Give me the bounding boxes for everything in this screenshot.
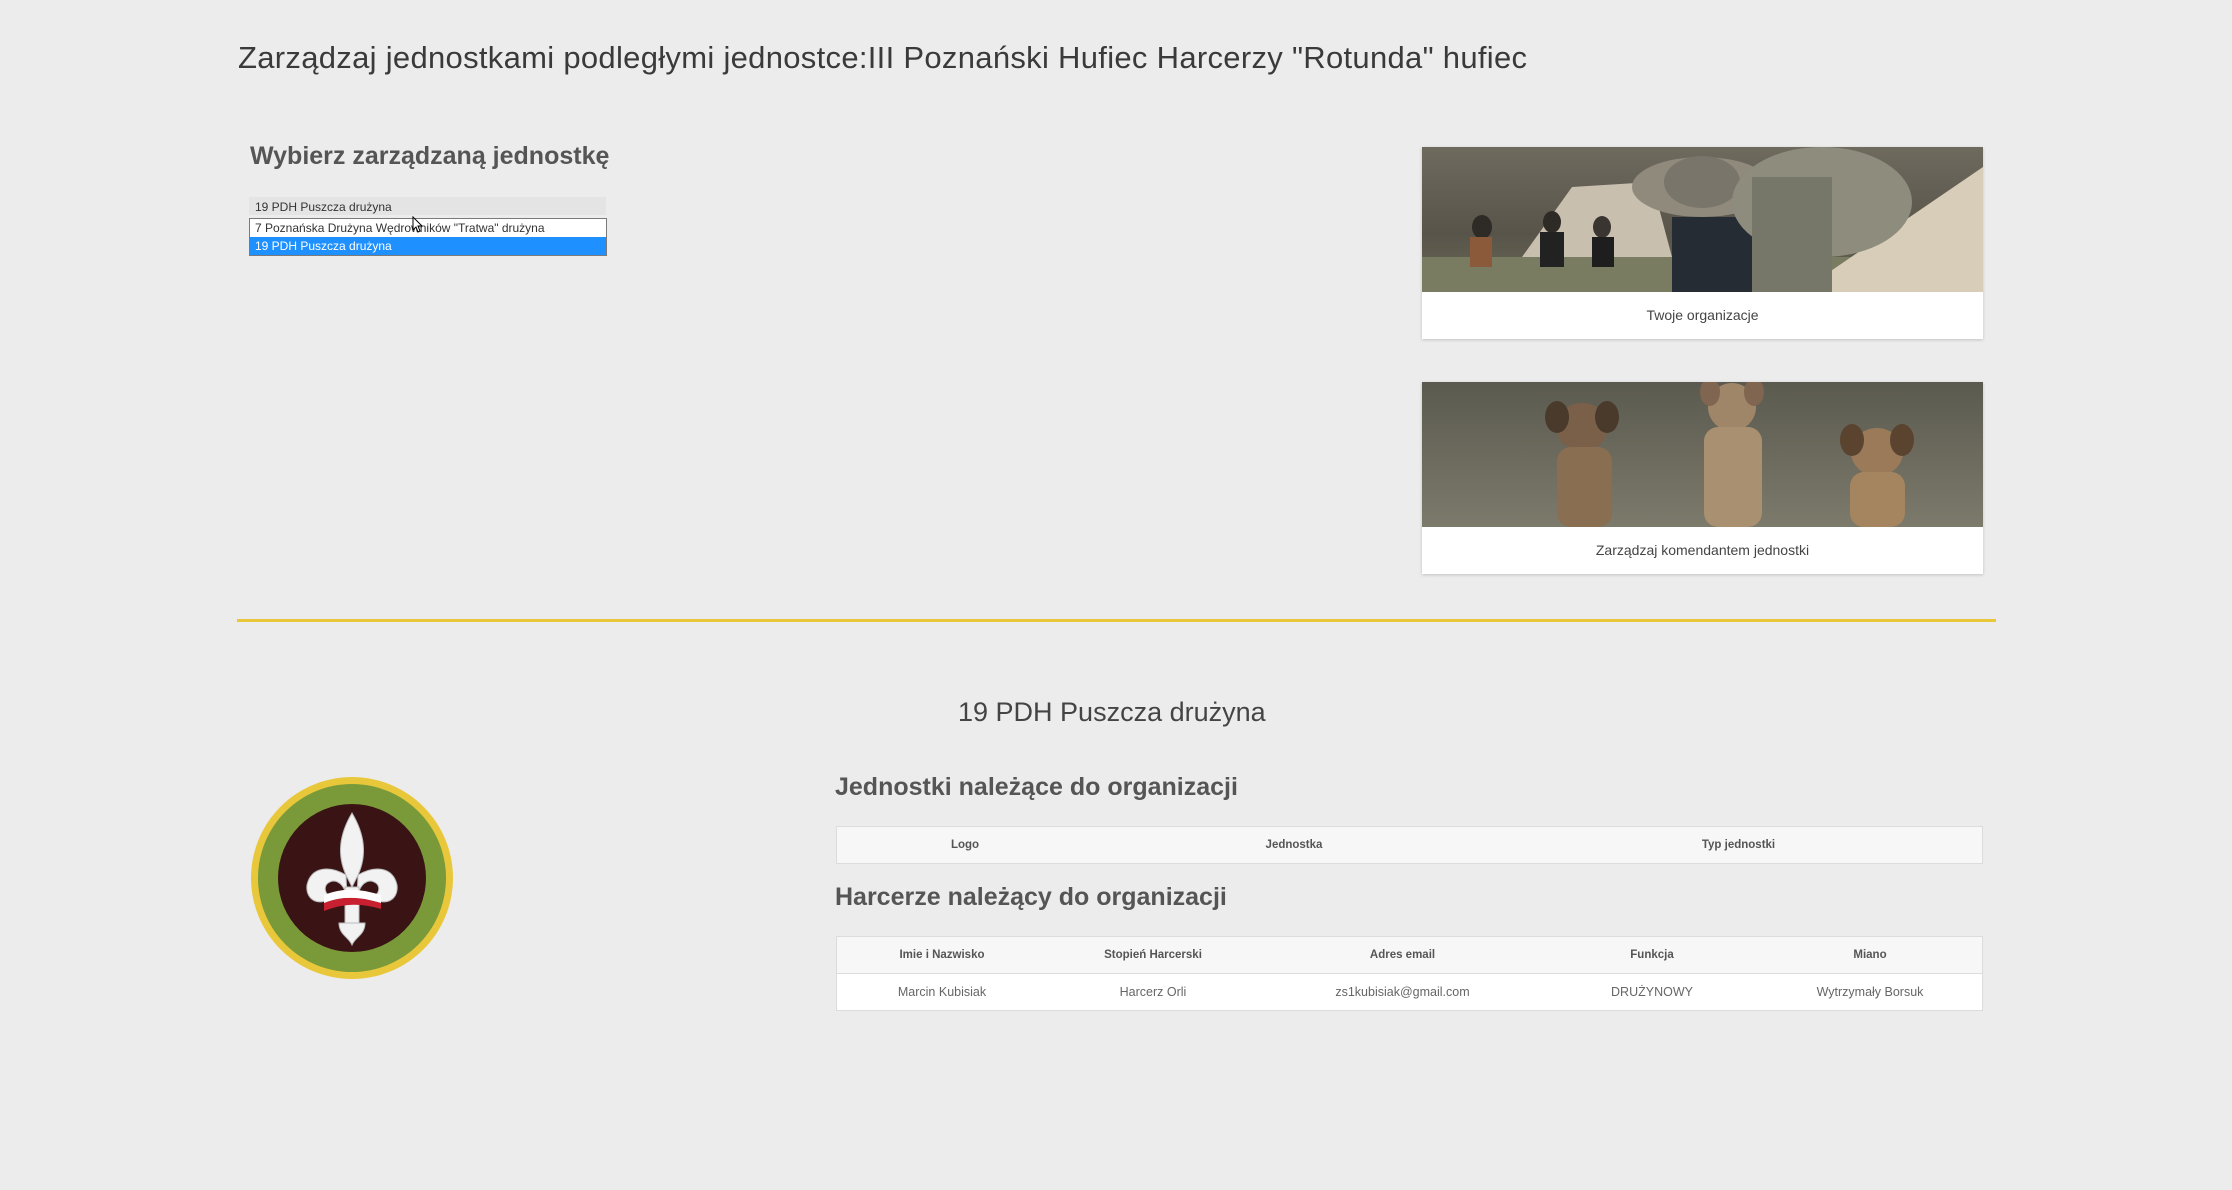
unit-select[interactable]: 19 PDH Puszcza drużyna — [249, 197, 606, 215]
column-header[interactable]: Typ jednostki — [1495, 826, 1983, 864]
three-puppies-photo — [1422, 382, 1983, 527]
unit-name: 19 PDH Puszcza drużyna — [958, 697, 1266, 727]
column-header[interactable]: Miano — [1758, 936, 1983, 974]
column-header[interactable]: Jednostka — [1093, 826, 1495, 864]
section-divider — [237, 619, 1996, 622]
scout-with-backpack-photo — [1422, 147, 1983, 292]
dropdown-option-selected[interactable]: 19 PDH Puszcza drużyna — [250, 237, 606, 255]
table-header-row: Imie i Nazwisko Stopień Harcerski Adres … — [836, 936, 1983, 974]
dropdown-option[interactable]: 7 Poznańska Drużyna Wędrowników "Tratwa"… — [250, 219, 606, 237]
table-row[interactable]: Marcin Kubisiak Harcerz Orli zs1kubisiak… — [837, 974, 1983, 1011]
column-header[interactable]: Stopień Harcerski — [1047, 936, 1259, 974]
scouts-table: Imie i Nazwisko Stopień Harcerski Adres … — [836, 936, 1983, 1011]
your-organizations-card[interactable]: Twoje organizacje — [1422, 147, 1983, 339]
column-header[interactable]: Logo — [836, 826, 1093, 864]
column-header[interactable]: Imie i Nazwisko — [836, 936, 1047, 974]
column-header[interactable]: Funkcja — [1546, 936, 1758, 974]
unit-selector-heading: Wybierz zarządzaną jednostkę — [250, 142, 610, 170]
unit-select-dropdown: 7 Poznańska Drużyna Wędrowników "Tratwa"… — [249, 218, 607, 256]
scout-email-cell: zs1kubisiak@gmail.com — [1335, 985, 1470, 999]
table-header-row: Logo Jednostka Typ jednostki — [836, 826, 1983, 864]
units-table: Logo Jednostka Typ jednostki — [836, 826, 1983, 864]
scout-nickname-cell: Wytrzymały Borsuk — [1816, 985, 1924, 999]
scouts-section-heading: Harcerze należący do organizacji — [835, 883, 1227, 911]
page-title: Zarządzaj jednostkami podległymi jednost… — [238, 40, 1528, 75]
fleur-de-lis-emblem — [251, 777, 453, 979]
column-header[interactable]: Adres email — [1259, 936, 1546, 974]
scout-function-cell: DRUŻYNOWY — [1611, 985, 1693, 999]
card-label: Zarządzaj komendantem jednostki — [1595, 542, 1810, 558]
scout-rank-cell: Harcerz Orli — [1119, 985, 1187, 999]
card-label: Twoje organizacje — [1646, 307, 1759, 323]
scout-name-cell: Marcin Kubisiak — [897, 985, 987, 999]
manage-commander-card[interactable]: Zarządzaj komendantem jednostki — [1422, 382, 1983, 574]
mouse-cursor-icon — [412, 216, 424, 233]
units-section-heading: Jednostki należące do organizacji — [835, 773, 1238, 801]
